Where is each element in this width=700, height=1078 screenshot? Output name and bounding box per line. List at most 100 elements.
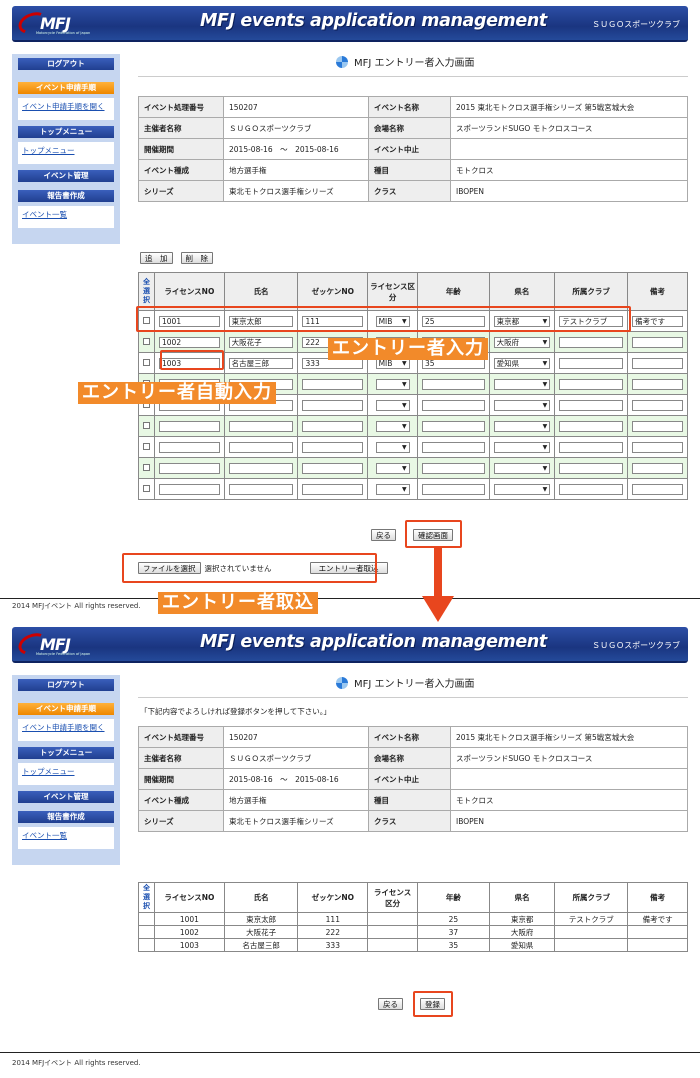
info-l1: 主催者名称 bbox=[138, 117, 224, 139]
logout-button-2[interactable]: ログアウト bbox=[18, 679, 114, 691]
row-select-cell bbox=[138, 415, 155, 437]
kubun-select[interactable] bbox=[375, 483, 410, 495]
club-input[interactable] bbox=[559, 357, 624, 369]
license-input[interactable] bbox=[159, 483, 220, 495]
license-input[interactable] bbox=[159, 441, 220, 453]
logout-button[interactable]: ログアウト bbox=[18, 58, 114, 70]
row-checkbox[interactable] bbox=[143, 442, 150, 450]
event-admin-button-2[interactable]: イベント管理 bbox=[18, 791, 114, 803]
cell-name bbox=[223, 436, 299, 458]
row-checkbox[interactable] bbox=[143, 358, 150, 366]
row-checkbox[interactable] bbox=[143, 421, 150, 429]
age-input[interactable] bbox=[422, 441, 485, 453]
number-input[interactable] bbox=[302, 441, 364, 453]
column-header: ゼッケンNO bbox=[297, 272, 369, 311]
info-l1: 開催期間 bbox=[138, 138, 224, 160]
cell-note bbox=[627, 925, 688, 939]
event-procedure-link-2[interactable]: イベント申請手順を開く bbox=[22, 723, 105, 732]
note-input[interactable]: 備考です bbox=[632, 315, 683, 327]
back-button-2[interactable]: 戻る bbox=[378, 998, 403, 1010]
kubun-select[interactable] bbox=[375, 462, 410, 474]
column-header: 所属クラブ bbox=[554, 882, 629, 913]
number-input[interactable] bbox=[302, 399, 364, 411]
cell-name: 東京太郎 bbox=[223, 912, 299, 926]
note-input[interactable] bbox=[632, 357, 683, 369]
top-menu-link-2[interactable]: トップメニュー bbox=[22, 767, 75, 776]
number-input[interactable] bbox=[302, 483, 364, 495]
note-input[interactable] bbox=[632, 441, 683, 453]
license-input[interactable]: 1002 bbox=[159, 336, 220, 348]
note-input[interactable] bbox=[632, 378, 683, 390]
license-input[interactable] bbox=[159, 462, 220, 474]
add-button[interactable]: 追 加 bbox=[140, 252, 173, 264]
pref-select[interactable] bbox=[493, 420, 551, 432]
title-divider bbox=[138, 76, 688, 77]
report-header-2: 報告書作成 bbox=[18, 811, 114, 823]
note-input[interactable] bbox=[632, 399, 683, 411]
number-input[interactable] bbox=[302, 462, 364, 474]
number-input[interactable] bbox=[302, 378, 364, 390]
club-input[interactable] bbox=[559, 483, 624, 495]
pref-select[interactable]: 大阪府 bbox=[493, 336, 551, 348]
event-list-link-2[interactable]: イベント一覧 bbox=[22, 831, 67, 840]
club-input[interactable] bbox=[559, 420, 624, 432]
club-input[interactable] bbox=[559, 336, 624, 348]
info-v2: スポーツランドSUGO モトクロスコース bbox=[450, 747, 688, 769]
info-l1: イベント処理番号 bbox=[138, 96, 224, 118]
select-all-link[interactable]: 全選択 bbox=[142, 884, 150, 911]
row-checkbox[interactable] bbox=[143, 337, 150, 345]
name-input[interactable] bbox=[228, 420, 294, 432]
event-admin-button[interactable]: イベント管理 bbox=[18, 170, 114, 182]
name-input[interactable]: 大阪花子 bbox=[228, 336, 294, 348]
report-box-2: イベント一覧 bbox=[18, 827, 114, 849]
age-input[interactable] bbox=[422, 483, 485, 495]
info-v1: ＳＵＧＯスポーツクラブ bbox=[223, 117, 369, 139]
cell-kubun bbox=[367, 394, 419, 416]
name-input[interactable] bbox=[228, 462, 294, 474]
pref-select[interactable] bbox=[493, 462, 551, 474]
event-procedure-link[interactable]: イベント申請手順を開く bbox=[22, 102, 105, 111]
name-input[interactable] bbox=[228, 483, 294, 495]
note-input[interactable] bbox=[632, 336, 683, 348]
club-input[interactable] bbox=[559, 399, 624, 411]
pref-select[interactable]: 愛知県 bbox=[493, 357, 551, 369]
cell-pref bbox=[488, 373, 556, 395]
cell-number bbox=[297, 457, 369, 479]
kubun-select[interactable] bbox=[375, 420, 410, 432]
name-input[interactable]: 名古屋三郎 bbox=[228, 357, 294, 369]
age-input[interactable] bbox=[422, 420, 485, 432]
delete-button[interactable]: 削 除 bbox=[180, 252, 213, 264]
event-list-link[interactable]: イベント一覧 bbox=[22, 210, 67, 219]
note-input[interactable] bbox=[632, 420, 683, 432]
club-input[interactable] bbox=[559, 441, 624, 453]
kubun-select[interactable] bbox=[375, 399, 410, 411]
cell-license bbox=[154, 436, 225, 458]
row-buttons: 追 加 削 除 bbox=[140, 252, 213, 264]
mfj-logo-2: MFJ Motorcycle Federation of Japan bbox=[15, 629, 108, 659]
select-all-link[interactable]: 全選択 bbox=[143, 278, 151, 305]
select-all-header: 全選択 bbox=[138, 272, 155, 311]
age-input[interactable] bbox=[422, 399, 485, 411]
pref-select[interactable] bbox=[493, 441, 551, 453]
note-input[interactable] bbox=[632, 483, 683, 495]
kubun-select[interactable] bbox=[375, 441, 410, 453]
age-input[interactable] bbox=[422, 378, 485, 390]
pref-select[interactable] bbox=[493, 483, 551, 495]
pref-select[interactable] bbox=[493, 378, 551, 390]
license-input[interactable] bbox=[159, 420, 220, 432]
note-input[interactable] bbox=[632, 462, 683, 474]
info-v2 bbox=[450, 138, 688, 160]
back-button[interactable]: 戻る bbox=[371, 529, 396, 541]
club-input[interactable] bbox=[559, 462, 624, 474]
row-checkbox[interactable] bbox=[143, 484, 150, 492]
pref-select[interactable] bbox=[493, 399, 551, 411]
age-input[interactable] bbox=[422, 462, 485, 474]
number-input[interactable] bbox=[302, 420, 364, 432]
footer-divider bbox=[0, 1052, 700, 1053]
name-input[interactable] bbox=[228, 441, 294, 453]
row-checkbox[interactable] bbox=[143, 463, 150, 471]
kubun-select[interactable] bbox=[375, 378, 410, 390]
club-input[interactable] bbox=[559, 378, 624, 390]
top-menu-link[interactable]: トップメニュー bbox=[22, 146, 75, 155]
info-v1: 2015-08-16 ～ 2015-08-16 bbox=[223, 768, 369, 790]
